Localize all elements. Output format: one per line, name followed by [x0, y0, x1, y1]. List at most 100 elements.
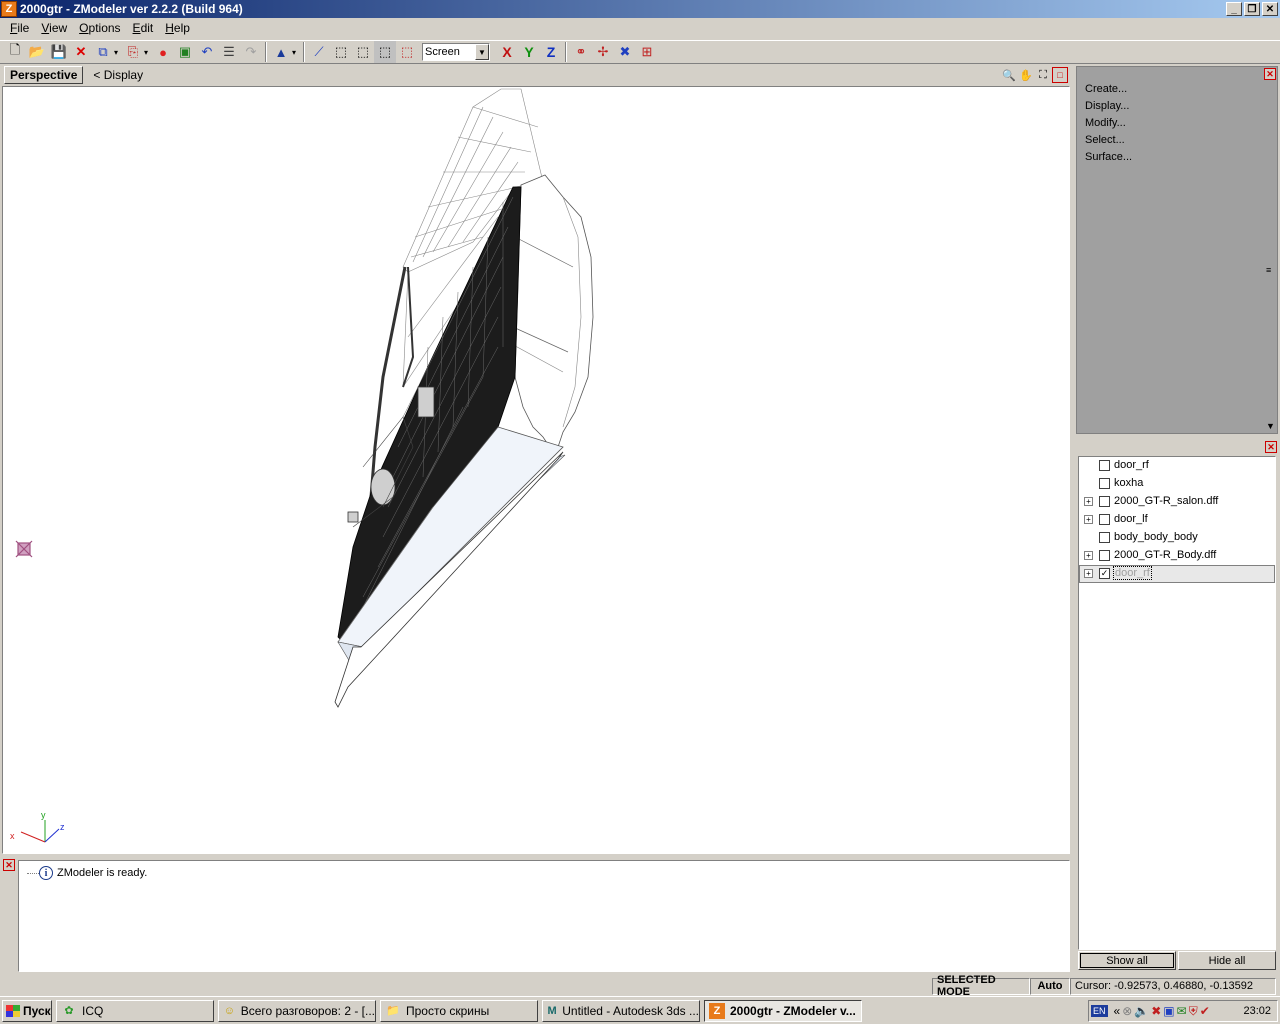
task-zmodeler[interactable]: Z 2000gtr - ZModeler v...	[704, 999, 862, 1022]
menu-view[interactable]: View	[35, 21, 73, 35]
auto-indicator[interactable]: Auto	[1030, 977, 1070, 995]
title-bar[interactable]: Z 2000gtr - ZModeler ver 2.2.2 (Build 96…	[0, 0, 1280, 18]
visibility-checkbox[interactable]	[1099, 460, 1110, 471]
cmd-surface[interactable]: Surface...	[1085, 149, 1132, 166]
visibility-checkbox-checked[interactable]: ✓	[1099, 568, 1110, 579]
maximize-view-icon[interactable]: ⛶	[1035, 67, 1051, 83]
view-close-icon[interactable]: □	[1052, 67, 1068, 83]
restore-button[interactable]: ❐	[1244, 2, 1260, 16]
scroll-grip-icon[interactable]: ≡	[1266, 265, 1271, 275]
visibility-checkbox[interactable]	[1099, 478, 1110, 489]
scroll-down-icon[interactable]: ▼	[1266, 421, 1275, 431]
zmodeler-app-icon[interactable]: Z	[1, 1, 17, 17]
tree-item[interactable]: + 2000_GT-R_Body.dff	[1079, 547, 1275, 565]
tree-item[interactable]: door_rf	[1079, 457, 1275, 475]
command-panel-scrollbar[interactable]: ≡ ▼	[1265, 83, 1275, 431]
monitor-icon[interactable]: ▣	[1163, 1004, 1174, 1019]
expand-plus-icon[interactable]: +	[1084, 515, 1093, 524]
hide-all-button[interactable]: Hide all	[1178, 951, 1276, 970]
visibility-checkbox[interactable]	[1099, 532, 1110, 543]
menu-file[interactable]: File	[4, 21, 35, 35]
log-close-icon[interactable]: ✕	[3, 859, 15, 871]
image-icon[interactable]: ▣	[174, 41, 196, 63]
visibility-checkbox[interactable]	[1099, 514, 1110, 525]
close-button[interactable]: ✕	[1262, 2, 1278, 16]
task-icq[interactable]: ✿ ICQ	[56, 999, 214, 1022]
tree-item[interactable]: + 2000_GT-R_salon.dff	[1079, 493, 1275, 511]
mail-icon[interactable]: ✉	[1177, 1004, 1187, 1019]
tree-item[interactable]: body_body_body	[1079, 529, 1275, 547]
show-all-button[interactable]: Show all	[1078, 951, 1176, 970]
task-3ds[interactable]: M Untitled - Autodesk 3ds ...	[542, 999, 700, 1022]
pivot-dropdown-icon[interactable]: ▾	[292, 48, 300, 57]
save-icon[interactable]: 💾	[48, 41, 70, 63]
expand-plus-icon[interactable]: +	[1084, 551, 1093, 560]
chevron-left-icon[interactable]: «	[1114, 1004, 1121, 1019]
expand-plus-icon[interactable]: +	[1084, 569, 1093, 578]
minimize-button[interactable]: _	[1226, 2, 1242, 16]
axis-y-toggle[interactable]: Y	[518, 41, 540, 63]
axis-move-icon[interactable]: ✢	[592, 41, 614, 63]
cmd-display[interactable]: Display...	[1085, 98, 1132, 115]
face-select-icon[interactable]: ⬚	[352, 41, 374, 63]
expand-plus-icon[interactable]: +	[1084, 497, 1093, 506]
chevron-down-icon[interactable]: ▼	[475, 44, 489, 60]
pivot-icon[interactable]: ▲	[270, 41, 292, 63]
copy-icon[interactable]: ⧉	[92, 41, 114, 63]
menu-edit[interactable]: Edit	[127, 21, 160, 35]
paste-dropdown-icon[interactable]: ▾	[144, 48, 152, 57]
properties-icon[interactable]: ☰	[218, 41, 240, 63]
network-icon[interactable]: ⊗	[1122, 1004, 1132, 1019]
copy-dropdown-icon[interactable]: ▾	[114, 48, 122, 57]
perspective-viewport[interactable]: y x z	[2, 86, 1070, 854]
menu-options[interactable]: Options	[73, 21, 126, 35]
vertex-select-icon[interactable]: ⟋	[308, 41, 330, 63]
tree-item[interactable]: koxha	[1079, 475, 1275, 493]
menu-help[interactable]: Help	[159, 21, 196, 35]
edge-select-icon[interactable]: ⬚	[330, 41, 352, 63]
object-select-icon[interactable]: ⬚	[374, 41, 396, 63]
redo-icon[interactable]: ↷	[240, 41, 262, 63]
clock[interactable]: 23:02	[1243, 1005, 1271, 1017]
cmd-create[interactable]: Create...	[1085, 81, 1132, 98]
antivirus-icon[interactable]: ✖	[1151, 1004, 1161, 1019]
taskbar: Пуск ✿ ICQ ☺ Всего разговоров: 2 - [... …	[0, 996, 1280, 1024]
axis-z-toggle[interactable]: Z	[540, 41, 562, 63]
undo-icon[interactable]: ↶	[196, 41, 218, 63]
task-folder[interactable]: 📁 Просто скрины	[380, 999, 538, 1022]
zoom-icon[interactable]: 🔍	[1001, 67, 1017, 83]
new-file-icon[interactable]: 🗋	[4, 41, 26, 63]
cmd-modify[interactable]: Modify...	[1085, 115, 1132, 132]
delete-icon[interactable]: ✕	[70, 41, 92, 63]
link-icon[interactable]: ⚭	[570, 41, 592, 63]
selection-mode-indicator[interactable]: SELECTED MODE	[932, 974, 1030, 998]
tree-item[interactable]: + door_lf	[1079, 511, 1275, 529]
task-chat[interactable]: ☺ Всего разговоров: 2 - [...	[218, 999, 376, 1022]
paste-icon[interactable]: ⎘	[122, 41, 144, 63]
visibility-checkbox[interactable]	[1099, 550, 1110, 561]
visibility-checkbox[interactable]	[1099, 496, 1110, 507]
record-icon[interactable]: ●	[152, 41, 174, 63]
surface-select-icon[interactable]: ⬚	[396, 41, 418, 63]
check-icon[interactable]: ✔	[1200, 1004, 1210, 1019]
language-indicator[interactable]: EN	[1091, 1005, 1108, 1017]
pan-hand-icon[interactable]: ✋	[1018, 67, 1034, 83]
axis-rotate-icon[interactable]: ✖	[614, 41, 636, 63]
display-menu[interactable]: < Display	[93, 68, 143, 82]
log-output[interactable]: i ZModeler is ready.	[18, 860, 1070, 972]
objects-panel-close-icon[interactable]: ✕	[1265, 441, 1277, 453]
shield-icon[interactable]: ⛨	[1189, 1004, 1198, 1019]
speaker-icon[interactable]: 🔈	[1134, 1004, 1149, 1019]
view-name-label[interactable]: Perspective	[4, 66, 84, 84]
axis-scale-icon[interactable]: ⊞	[636, 41, 658, 63]
start-button[interactable]: Пуск	[2, 999, 52, 1022]
objects-panel: ✕ door_rf koxha + 2000_GT-R_salon.dff + …	[1076, 440, 1278, 972]
object-tree: door_rf koxha + 2000_GT-R_salon.dff + do…	[1078, 456, 1276, 950]
tree-item-selected[interactable]: + ✓ door_rf	[1079, 565, 1275, 583]
axis-x-toggle[interactable]: X	[496, 41, 518, 63]
command-panel-close-icon[interactable]: ✕	[1264, 68, 1276, 80]
windows-logo-icon	[6, 1004, 20, 1017]
open-folder-icon[interactable]: 📂	[26, 41, 48, 63]
cmd-select[interactable]: Select...	[1085, 132, 1132, 149]
projection-select[interactable]: Screen ▼	[422, 43, 490, 61]
